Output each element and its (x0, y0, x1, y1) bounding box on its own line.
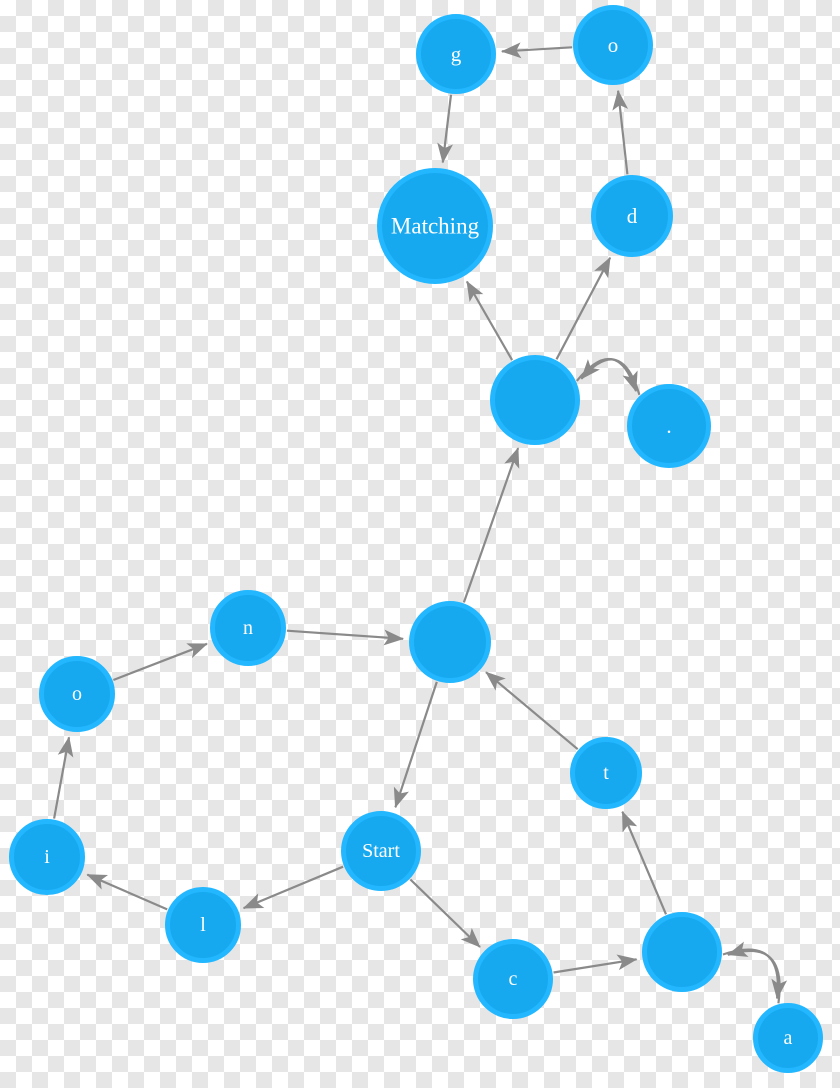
graph-node-hub_mid[interactable] (490, 355, 580, 445)
graph-svg: g o Matching d. n o t i Start l c a (9, 5, 823, 1073)
node-label-start: Start (362, 840, 400, 862)
graph-edge-start-to-c (409, 878, 481, 948)
node-circle-hub_ctr[interactable] (409, 601, 491, 683)
graph-node-g[interactable]: g (416, 14, 496, 94)
graph-edge-hub_ctr-to-start (393, 681, 438, 809)
node-label-g: g (451, 42, 462, 66)
graph-edge-l-to-i (86, 873, 168, 911)
graph-node-o_left[interactable]: o (39, 656, 115, 732)
graph-edge-o_left-to-n (113, 642, 208, 682)
node-label-o_left: o (72, 683, 82, 705)
graph-edge-start-to-l (242, 865, 344, 910)
graph-edge-o_top-to-g (501, 42, 573, 59)
node-circle-hub_mid[interactable] (490, 355, 580, 445)
node-label-a: a (784, 1027, 793, 1049)
node-circle-hub_br[interactable] (642, 912, 722, 992)
graph-edge-hub_mid-to-d (555, 256, 612, 360)
graph-node-hub_br[interactable] (642, 912, 722, 992)
node-label-matching: Matching (391, 214, 480, 239)
graph-node-t[interactable]: t (570, 737, 642, 809)
graph-node-i[interactable]: i (9, 819, 85, 895)
nodes-layer: g o Matching d. n o t i Start l c a (9, 5, 823, 1073)
node-label-t: t (603, 762, 609, 784)
graph-node-n[interactable]: n (210, 590, 286, 666)
graph-node-o_top[interactable]: o (573, 5, 653, 85)
graph-canvas: g o Matching d. n o t i Start l c a (0, 0, 840, 1088)
graph-node-start[interactable]: Start (341, 811, 421, 891)
graph-node-l[interactable]: l (165, 887, 241, 963)
graph-edge-a-to-hub_br (727, 941, 781, 1004)
graph-node-a[interactable]: a (753, 1003, 823, 1073)
graph-edge-hub_ctr-to-hub_mid (462, 447, 520, 603)
node-label-n: n (243, 617, 253, 639)
node-label-c: c (509, 968, 518, 990)
node-label-o_top: o (608, 33, 619, 57)
graph-node-hub_ctr[interactable] (409, 601, 491, 683)
node-label-dot: . (666, 414, 671, 438)
node-label-l: l (200, 914, 206, 936)
graph-edge-d-to-o_top (612, 89, 629, 175)
node-label-i: i (44, 846, 50, 868)
graph-edge-hub_br-to-t (621, 810, 668, 915)
graph-edge-t-to-hub_ctr (485, 671, 579, 751)
graph-node-c[interactable]: c (473, 939, 553, 1019)
graph-edge-i-to-o_left (53, 736, 74, 819)
graph-edge-hub_mid-to-matching (465, 280, 514, 361)
graph-edge-c-to-hub_br (553, 954, 638, 974)
graph-node-d[interactable]: d (591, 175, 673, 257)
graph-node-matching[interactable]: Matching (377, 168, 493, 284)
node-label-d: d (627, 204, 638, 228)
graph-edge-n-to-hub_ctr (286, 629, 404, 646)
graph-edge-g-to-matching (437, 94, 453, 164)
graph-node-dot[interactable]: . (627, 384, 711, 468)
